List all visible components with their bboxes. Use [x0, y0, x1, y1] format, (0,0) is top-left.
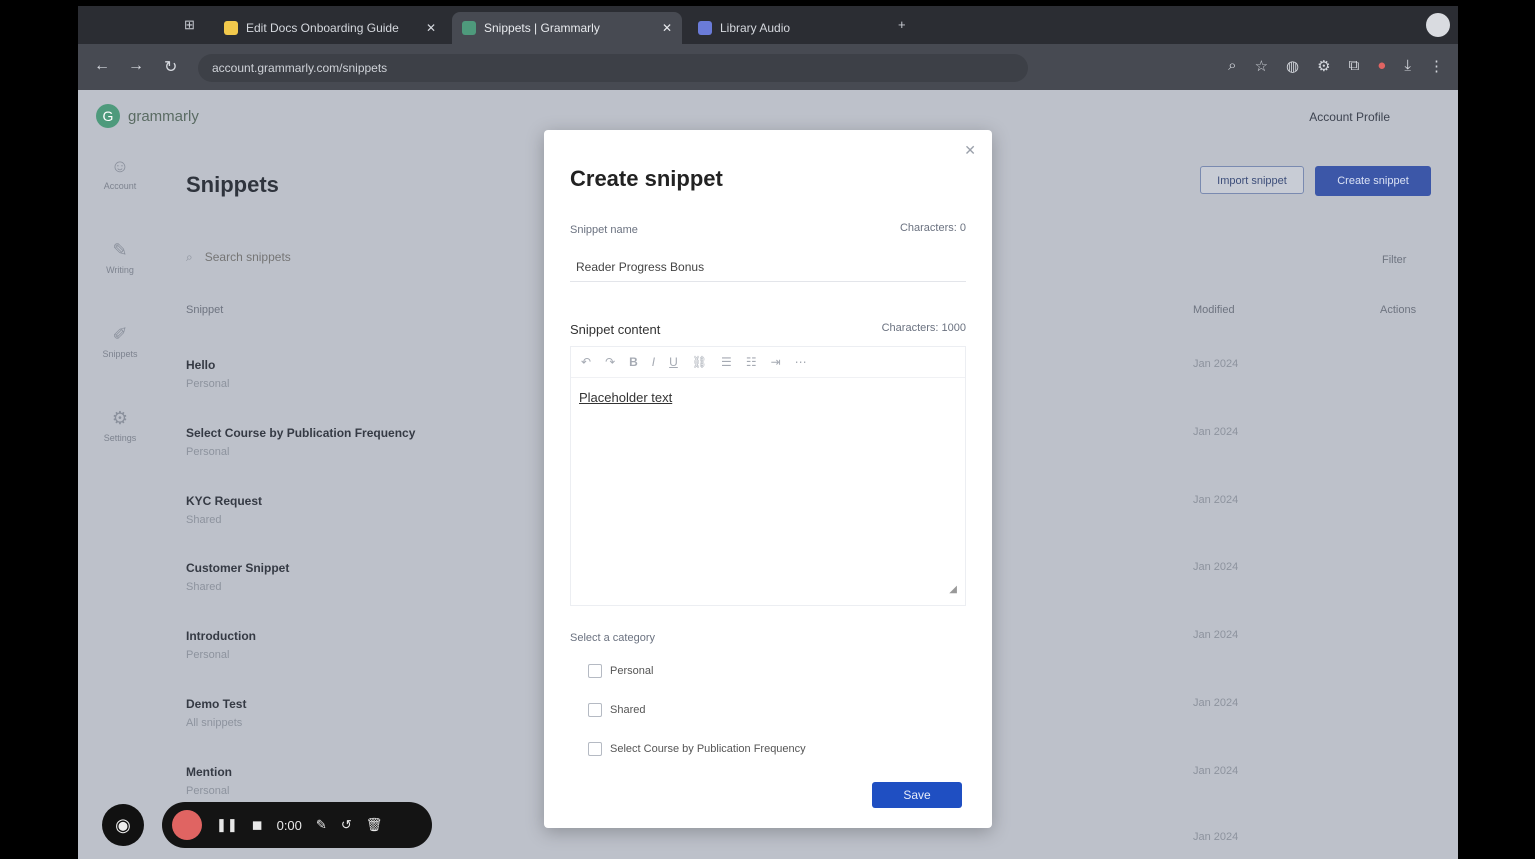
- undo-icon[interactable]: ↶: [581, 355, 591, 369]
- audio-favicon-icon: [698, 21, 712, 35]
- bold-icon[interactable]: B: [629, 355, 638, 369]
- recording-timer: 0:00: [276, 817, 302, 833]
- import-snippet-button[interactable]: Import snippet: [1200, 166, 1304, 194]
- checkbox[interactable]: [588, 742, 602, 756]
- zoom-icon[interactable]: ⌕: [1228, 57, 1236, 75]
- tab-docs[interactable]: Edit Docs Onboarding Guide ✕: [214, 12, 446, 44]
- download-icon[interactable]: ⤓: [1404, 57, 1411, 75]
- extension-icon[interactable]: ⚙: [1317, 57, 1330, 75]
- docs-favicon-icon: [224, 21, 238, 35]
- close-icon[interactable]: ✕: [964, 142, 976, 159]
- tab-snippets[interactable]: Snippets | Grammarly ✕: [452, 12, 682, 44]
- more-icon[interactable]: ⋯: [795, 355, 807, 369]
- tab-audio[interactable]: Library Audio: [688, 12, 878, 44]
- browser-tab-strip: ⊞ Edit Docs Onboarding Guide ✕ Snippets …: [78, 6, 1458, 44]
- profile-avatar[interactable]: [1426, 13, 1450, 37]
- editor-toolbar: ↶ ↷ B I U ⛓ ☰ ☷ ⇥ ⋯: [571, 347, 965, 378]
- search-box: ⌕: [186, 242, 486, 272]
- forward-icon[interactable]: →: [128, 57, 144, 75]
- grammarly-favicon-icon: [462, 21, 476, 35]
- camera-toggle-icon[interactable]: ◉: [102, 804, 144, 846]
- side-nav: ☺ Account ✎ Writing ✐ Snippets ⚙ Setting…: [84, 150, 156, 486]
- column-header-modified[interactable]: Modified: [1193, 304, 1235, 316]
- restart-icon[interactable]: ◼: [252, 817, 263, 833]
- column-header-name[interactable]: Snippet: [186, 304, 223, 316]
- category-label: Select a category: [570, 632, 655, 644]
- address-bar[interactable]: account.grammarly.com/snippets: [198, 54, 1028, 82]
- category-checkbox-course[interactable]: Select Course by Publication Frequency: [588, 742, 806, 756]
- search-input[interactable]: [202, 249, 447, 265]
- puzzle-icon[interactable]: ⧉: [1349, 57, 1360, 75]
- checkbox[interactable]: [588, 703, 602, 717]
- indent-icon[interactable]: ⇥: [771, 355, 781, 369]
- snippet-content-label: Snippet content: [570, 322, 661, 337]
- italic-icon[interactable]: I: [652, 355, 655, 369]
- grammarly-logo-icon: G: [96, 104, 120, 128]
- pause-icon[interactable]: ❚❚: [216, 817, 238, 833]
- category-checkbox-shared[interactable]: Shared: [588, 703, 645, 717]
- screen: ⊞ Edit Docs Onboarding Guide ✕ Snippets …: [78, 6, 1458, 859]
- filter-dropdown[interactable]: Filter: [1382, 254, 1406, 266]
- checkbox[interactable]: [588, 664, 602, 678]
- snippets-page: G grammarly Account Profile ☺ Account ✎ …: [78, 90, 1458, 859]
- gear-icon: ⚙: [111, 408, 129, 428]
- snippet-content-counter: Characters: 1000: [881, 322, 966, 334]
- stop-recording-button[interactable]: [172, 810, 202, 840]
- redo-icon[interactable]: ↷: [605, 355, 615, 369]
- menu-icon[interactable]: ⋮: [1429, 57, 1444, 75]
- sidenav-item-writing[interactable]: ✎ Writing: [84, 240, 156, 318]
- grammarly-logo[interactable]: G grammarly: [96, 104, 199, 128]
- bullet-list-icon[interactable]: ☰: [721, 355, 732, 369]
- browser-toolbar: ← → ↻ account.grammarly.com/snippets ⌕ ☆…: [78, 44, 1458, 90]
- snippet-name-label: Snippet name: [570, 224, 638, 236]
- snippet-name-input[interactable]: [570, 252, 966, 282]
- resize-handle-icon[interactable]: ◢: [949, 584, 957, 595]
- numbered-list-icon[interactable]: ☷: [746, 355, 757, 369]
- record-extension-icon[interactable]: ●: [1377, 57, 1386, 75]
- close-icon[interactable]: ✕: [426, 21, 436, 35]
- sidenav-item-settings[interactable]: ⚙ Settings: [84, 408, 156, 486]
- person-icon: ☺: [110, 156, 130, 176]
- extension-icons: ⌕ ☆ ◍ ⚙ ⧉ ● ⤓ ⋮: [1228, 57, 1444, 75]
- category-checkbox-personal[interactable]: Personal: [588, 664, 653, 678]
- sidenav-item-snippets[interactable]: ✐ Snippets: [84, 324, 156, 402]
- snippet-icon: ✐: [112, 324, 128, 344]
- close-icon[interactable]: ✕: [662, 21, 672, 35]
- create-snippet-dialog: ✕ Create snippet Snippet name Characters…: [544, 130, 992, 828]
- snippet-content-editor[interactable]: ↶ ↷ B I U ⛓ ☰ ☷ ⇥ ⋯ Placeholder text ◢: [570, 346, 966, 606]
- back-icon[interactable]: ←: [94, 57, 110, 75]
- snippet-name-counter: Characters: 0: [899, 222, 966, 234]
- dialog-title: Create snippet: [570, 166, 723, 191]
- create-snippet-button[interactable]: Create snippet: [1315, 166, 1431, 196]
- new-tab-icon[interactable]: +: [898, 17, 906, 32]
- account-menu[interactable]: Account Profile: [1309, 110, 1390, 124]
- tab-search-icon[interactable]: ⊞: [184, 17, 195, 33]
- reset-icon[interactable]: ↺: [341, 817, 352, 833]
- column-header-actions: Actions: [1380, 304, 1417, 316]
- link-icon[interactable]: ⛓: [692, 355, 707, 369]
- draw-icon[interactable]: ✎: [316, 817, 327, 833]
- underline-icon[interactable]: U: [669, 355, 678, 369]
- reload-icon[interactable]: ↻: [164, 57, 177, 77]
- delete-icon[interactable]: 🗑: [366, 817, 383, 833]
- pen-icon: ✎: [112, 240, 128, 260]
- editor-content[interactable]: Placeholder text: [571, 378, 965, 417]
- recording-controls: ❚❚ ◼ 0:00 ✎ ↺ 🗑: [162, 802, 432, 848]
- page-title: Snippets: [186, 172, 279, 197]
- search-icon: ⌕: [186, 249, 193, 264]
- sidenav-item-account[interactable]: ☺ Account: [84, 156, 156, 234]
- grammarly-extension-icon[interactable]: ◍: [1286, 57, 1299, 75]
- bookmark-star-icon[interactable]: ☆: [1255, 57, 1268, 75]
- save-button[interactable]: Save: [872, 782, 962, 808]
